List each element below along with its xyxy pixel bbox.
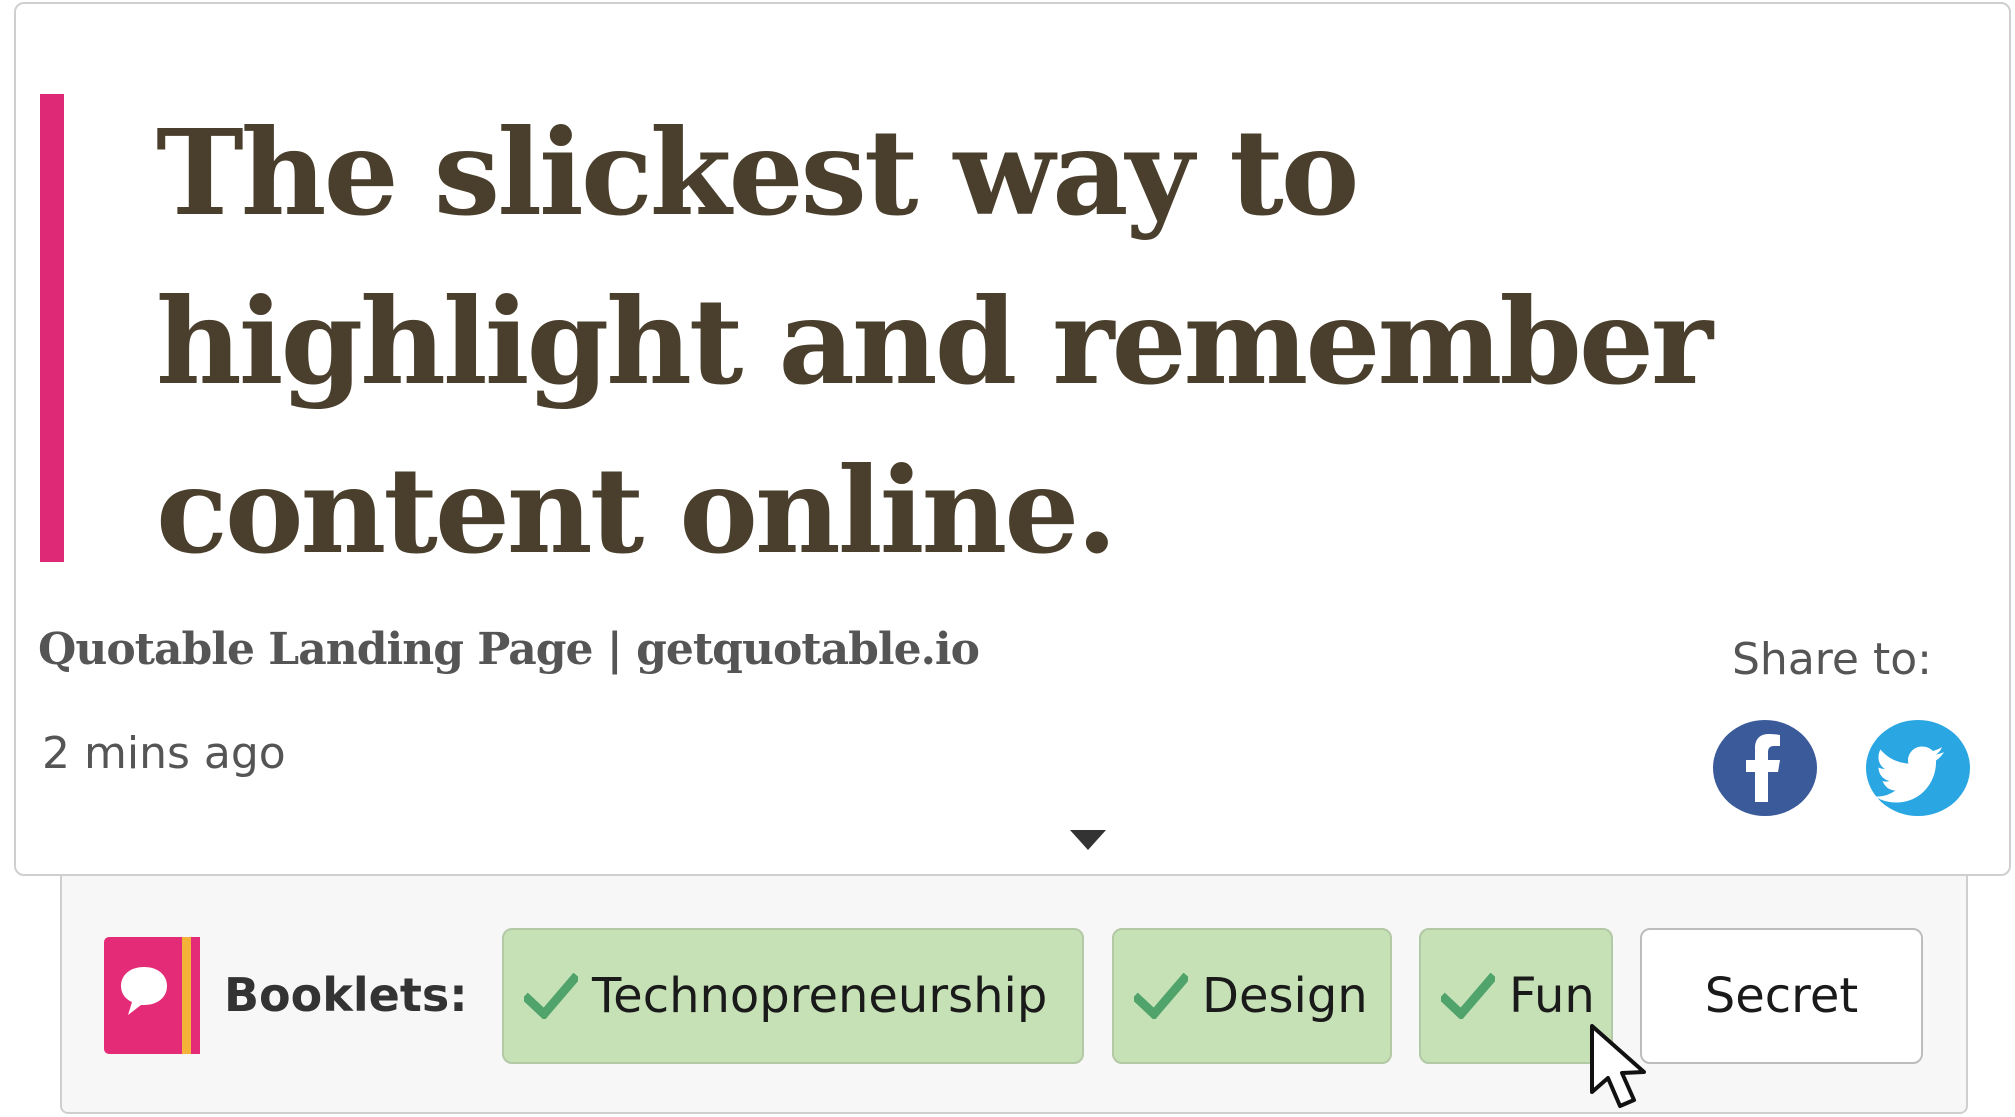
twitter-share-button[interactable] [1866,720,1970,816]
checkmark-icon [1441,973,1495,1019]
caret-down-icon[interactable] [1070,830,1106,850]
quote-line: The slickest way to [156,103,1359,242]
quote-line: content online. [156,441,1117,580]
quote-card: The slickest way to highlight and rememb… [14,2,2011,876]
booklet-tag-label: Technopreneurship [592,968,1048,1024]
booklet-tag-fun[interactable]: Fun [1419,928,1613,1064]
booklets-label: Booklets: [224,968,468,1022]
quote-widget: The slickest way to highlight and rememb… [0,0,2015,1117]
booklet-tag-label: Design [1202,968,1368,1024]
quote-line: highlight and remember [156,272,1713,411]
facebook-icon [1746,734,1780,802]
quote-text: The slickest way to highlight and rememb… [156,88,1796,595]
booklet-tag-label: Fun [1509,968,1595,1024]
booklet-tag-label: Secret [1704,968,1859,1024]
quote-accent-bar [40,94,64,562]
timestamp: 2 mins ago [42,728,286,779]
booklets-panel: Booklets: Technopreneurship Design Fun S… [60,860,1968,1114]
source-link[interactable]: Quotable Landing Page | getquotable.io [38,624,980,675]
checkmark-icon [1134,973,1188,1019]
facebook-share-button[interactable] [1713,720,1817,816]
booklet-tag-technopreneurship[interactable]: Technopreneurship [502,928,1084,1064]
twitter-icon [1875,746,1944,803]
checkmark-icon [524,973,578,1019]
mouse-pointer-icon [1590,1024,1646,1108]
booklet-tag-secret[interactable]: Secret [1640,928,1923,1064]
speech-bubble-book-icon [104,937,200,1054]
booklet-tag-design[interactable]: Design [1112,928,1392,1064]
share-label: Share to: [1732,634,1932,685]
